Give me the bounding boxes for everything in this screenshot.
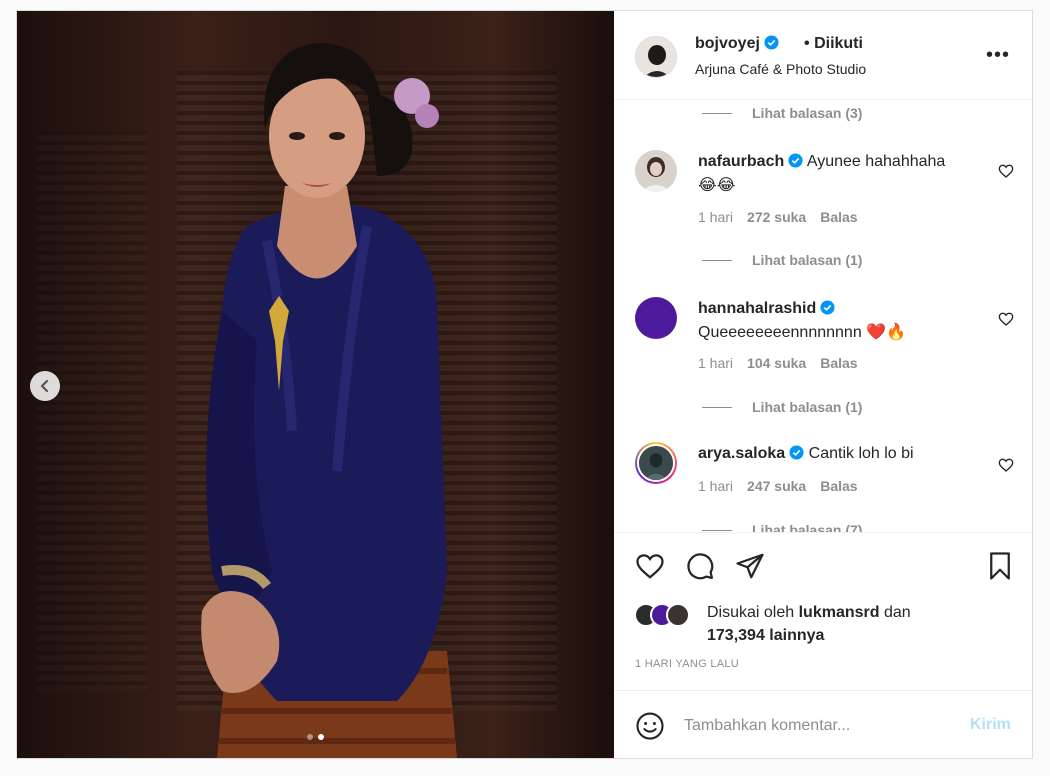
- comment-time[interactable]: 1 hari: [698, 478, 733, 494]
- likes-conjunction: dan: [883, 604, 911, 621]
- emoji-icon[interactable]: [635, 711, 665, 741]
- comment-meta: 1 hari 247 suka Balas: [698, 478, 858, 494]
- comment-meta: 1 hari 272 suka Balas: [698, 209, 858, 225]
- post-comment-button[interactable]: Kirim: [970, 716, 1011, 734]
- likes-prefix: Disukai oleh: [707, 604, 795, 621]
- save-bookmark-icon[interactable]: [985, 551, 1015, 581]
- verified-badge-icon: [789, 445, 804, 460]
- add-comment-bar: Kirim: [614, 690, 1032, 758]
- profile-photo-icon: [637, 444, 675, 482]
- avatar[interactable]: [635, 36, 677, 78]
- separator-dot: •: [804, 35, 810, 52]
- follow-status[interactable]: • Diikuti: [804, 35, 863, 53]
- post-dialog: bojvoyej • Diikuti Arjuna Café & Photo S…: [16, 10, 1033, 759]
- like-comment-icon[interactable]: [998, 457, 1014, 473]
- view-replies-label[interactable]: Lihat balasan (3): [752, 105, 862, 121]
- post-timestamp[interactable]: 1 HARI YANG LALU: [635, 658, 739, 670]
- view-replies-button[interactable]: Lihat balasan (1): [702, 252, 862, 268]
- carousel-dot: [307, 734, 313, 740]
- like-comment-icon[interactable]: [998, 311, 1014, 327]
- verified-badge-icon: [788, 153, 803, 168]
- share-paper-plane-icon[interactable]: [735, 551, 765, 581]
- reply-button[interactable]: Balas: [820, 355, 857, 371]
- like-heart-icon[interactable]: [635, 551, 665, 581]
- comment-likes[interactable]: 272 suka: [747, 209, 806, 225]
- post-side-panel: bojvoyej • Diikuti Arjuna Café & Photo S…: [614, 11, 1032, 758]
- reply-divider: [702, 112, 732, 114]
- post-actions: Disukai oleh lukmansrd dan 173,394 lainn…: [614, 532, 1032, 690]
- comment-text: Ayunee hahahhaha: [806, 153, 946, 170]
- verified-badge-icon: [764, 35, 779, 50]
- reply-button[interactable]: Balas: [820, 478, 857, 494]
- comment-emoji: ❤️🔥: [866, 324, 907, 341]
- comment-meta: 1 hari 104 suka Balas: [698, 355, 858, 371]
- verified-badge-icon: [820, 300, 835, 315]
- avatar[interactable]: [635, 297, 677, 339]
- view-replies-button[interactable]: Lihat balasan (3): [702, 105, 862, 121]
- comment-content: nafaurbach Ayunee hahahhaha 😂😂: [698, 150, 988, 198]
- reply-divider: [702, 259, 732, 261]
- reply-divider: [702, 529, 732, 531]
- liked-by-avatars[interactable]: [634, 603, 690, 627]
- liked-by-username[interactable]: lukmansrd: [799, 604, 880, 621]
- likes-count[interactable]: 173,394 lainnya: [707, 627, 824, 644]
- following-button[interactable]: Diikuti: [814, 35, 863, 52]
- comment-text: Cantik loh lo bi: [808, 445, 914, 462]
- comment-username[interactable]: hannahalrashid: [698, 300, 816, 317]
- chevron-left-icon: [40, 379, 49, 393]
- view-replies-label[interactable]: Lihat balasan (1): [752, 399, 862, 415]
- previous-photo-button[interactable]: [30, 371, 60, 401]
- reply-divider: [702, 406, 732, 408]
- comment-likes[interactable]: 104 suka: [747, 355, 806, 371]
- profile-photo-icon: [635, 150, 677, 192]
- profile-photo-icon: [636, 37, 676, 77]
- avatar-story-ring[interactable]: [635, 442, 677, 484]
- likes-summary: Disukai oleh lukmansrd dan 173,394 lainn…: [707, 601, 1007, 647]
- view-replies-button[interactable]: Lihat balasan (1): [702, 399, 862, 415]
- like-comment-icon[interactable]: [998, 163, 1014, 179]
- comment-content: arya.saloka Cantik loh lo bi: [698, 442, 988, 466]
- comment-username[interactable]: arya.saloka: [698, 445, 785, 462]
- comments-list[interactable]: Lihat balasan (3) nafaurbach Ayunee haha…: [614, 100, 1032, 532]
- reply-button[interactable]: Balas: [820, 209, 857, 225]
- post-photo[interactable]: [17, 11, 614, 758]
- comment-content: hannahalrashid Queeeeeeeennnnnnnn ❤️🔥: [698, 297, 988, 345]
- avatar[interactable]: [635, 150, 677, 192]
- view-replies-label[interactable]: Lihat balasan (1): [752, 252, 862, 268]
- view-replies-label[interactable]: Lihat balasan (7): [752, 522, 862, 532]
- more-options-icon[interactable]: •••: [986, 44, 1010, 67]
- post-header: bojvoyej • Diikuti Arjuna Café & Photo S…: [614, 11, 1032, 100]
- post-location-link[interactable]: Arjuna Café & Photo Studio: [695, 61, 866, 77]
- comment-input[interactable]: [684, 711, 954, 741]
- username-text[interactable]: bojvoyej: [695, 35, 760, 52]
- comment-time[interactable]: 1 hari: [698, 355, 733, 371]
- post-author-username[interactable]: bojvoyej: [695, 35, 779, 53]
- comment-time[interactable]: 1 hari: [698, 209, 733, 225]
- portrait-figure: [201, 43, 457, 758]
- comment-bubble-icon[interactable]: [685, 551, 715, 581]
- avatar: [666, 603, 690, 627]
- carousel-indicator: [17, 734, 614, 740]
- view-replies-button[interactable]: Lihat balasan (7): [702, 522, 862, 532]
- comment-text: Queeeeeeeennnnnnnn: [698, 324, 862, 341]
- comment-username[interactable]: nafaurbach: [698, 153, 784, 170]
- comment-emoji: 😂😂: [698, 177, 736, 194]
- comment-likes[interactable]: 247 suka: [747, 478, 806, 494]
- carousel-dot-active: [318, 734, 324, 740]
